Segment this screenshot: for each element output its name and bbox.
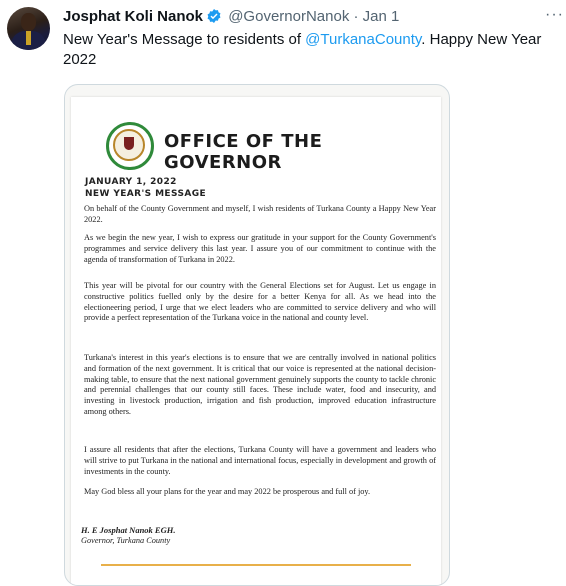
avatar-face — [21, 13, 36, 31]
letter-paragraph-4: Turkana's interest in this year's electi… — [84, 353, 436, 416]
footer-rule — [101, 564, 411, 566]
mention-link[interactable]: @TurkanaCounty — [305, 31, 421, 48]
seal-inner-ring — [113, 129, 145, 161]
verified-badge-icon — [206, 8, 222, 28]
tweet-text-start: New Year's Message to residents of — [63, 31, 306, 48]
letter-heading: OFFICE OF THE GOVERNOR — [164, 131, 323, 173]
letter-paragraph-2: As we begin the new year, I wish to expr… — [84, 233, 436, 264]
letter-paragraph-5: I assure all residents that after the el… — [84, 445, 436, 476]
tweet-header: Josphat Koli Nanok @GovernorNanok · Jan … — [63, 8, 399, 28]
letter-paragraph-6: May God bless all your plans for the yea… — [84, 487, 371, 496]
tweet-text: New Year's Message to residents of @Turk… — [63, 30, 543, 70]
letter-subject: NEW YEAR'S MESSAGE — [85, 189, 207, 199]
letter-date: JANUARY 1, 2022 — [85, 177, 177, 187]
avatar-tie — [26, 31, 31, 45]
tweet-date[interactable]: Jan 1 — [363, 8, 400, 25]
seal-shield — [124, 137, 134, 150]
letter-paragraph-1: On behalf of the County Government and m… — [84, 204, 436, 224]
tweet-image-card[interactable]: OFFICE OF THE GOVERNOR JANUARY 1, 2022 N… — [64, 84, 450, 586]
avatar[interactable] — [7, 7, 50, 50]
more-options-icon[interactable]: ··· — [545, 6, 564, 24]
signature-title: Governor, Turkana County — [81, 536, 171, 545]
letter-paragraph-3: This year will be pivotal for our countr… — [84, 281, 436, 323]
signature-name: H. E Josphat Nanok EGH. — [81, 525, 176, 535]
county-seal-icon — [106, 122, 154, 170]
author-name[interactable]: Josphat Koli Nanok — [63, 8, 203, 25]
letter-page: OFFICE OF THE GOVERNOR JANUARY 1, 2022 N… — [71, 97, 441, 585]
header-separator: · — [353, 8, 359, 25]
author-handle[interactable]: @GovernorNanok — [228, 8, 349, 25]
